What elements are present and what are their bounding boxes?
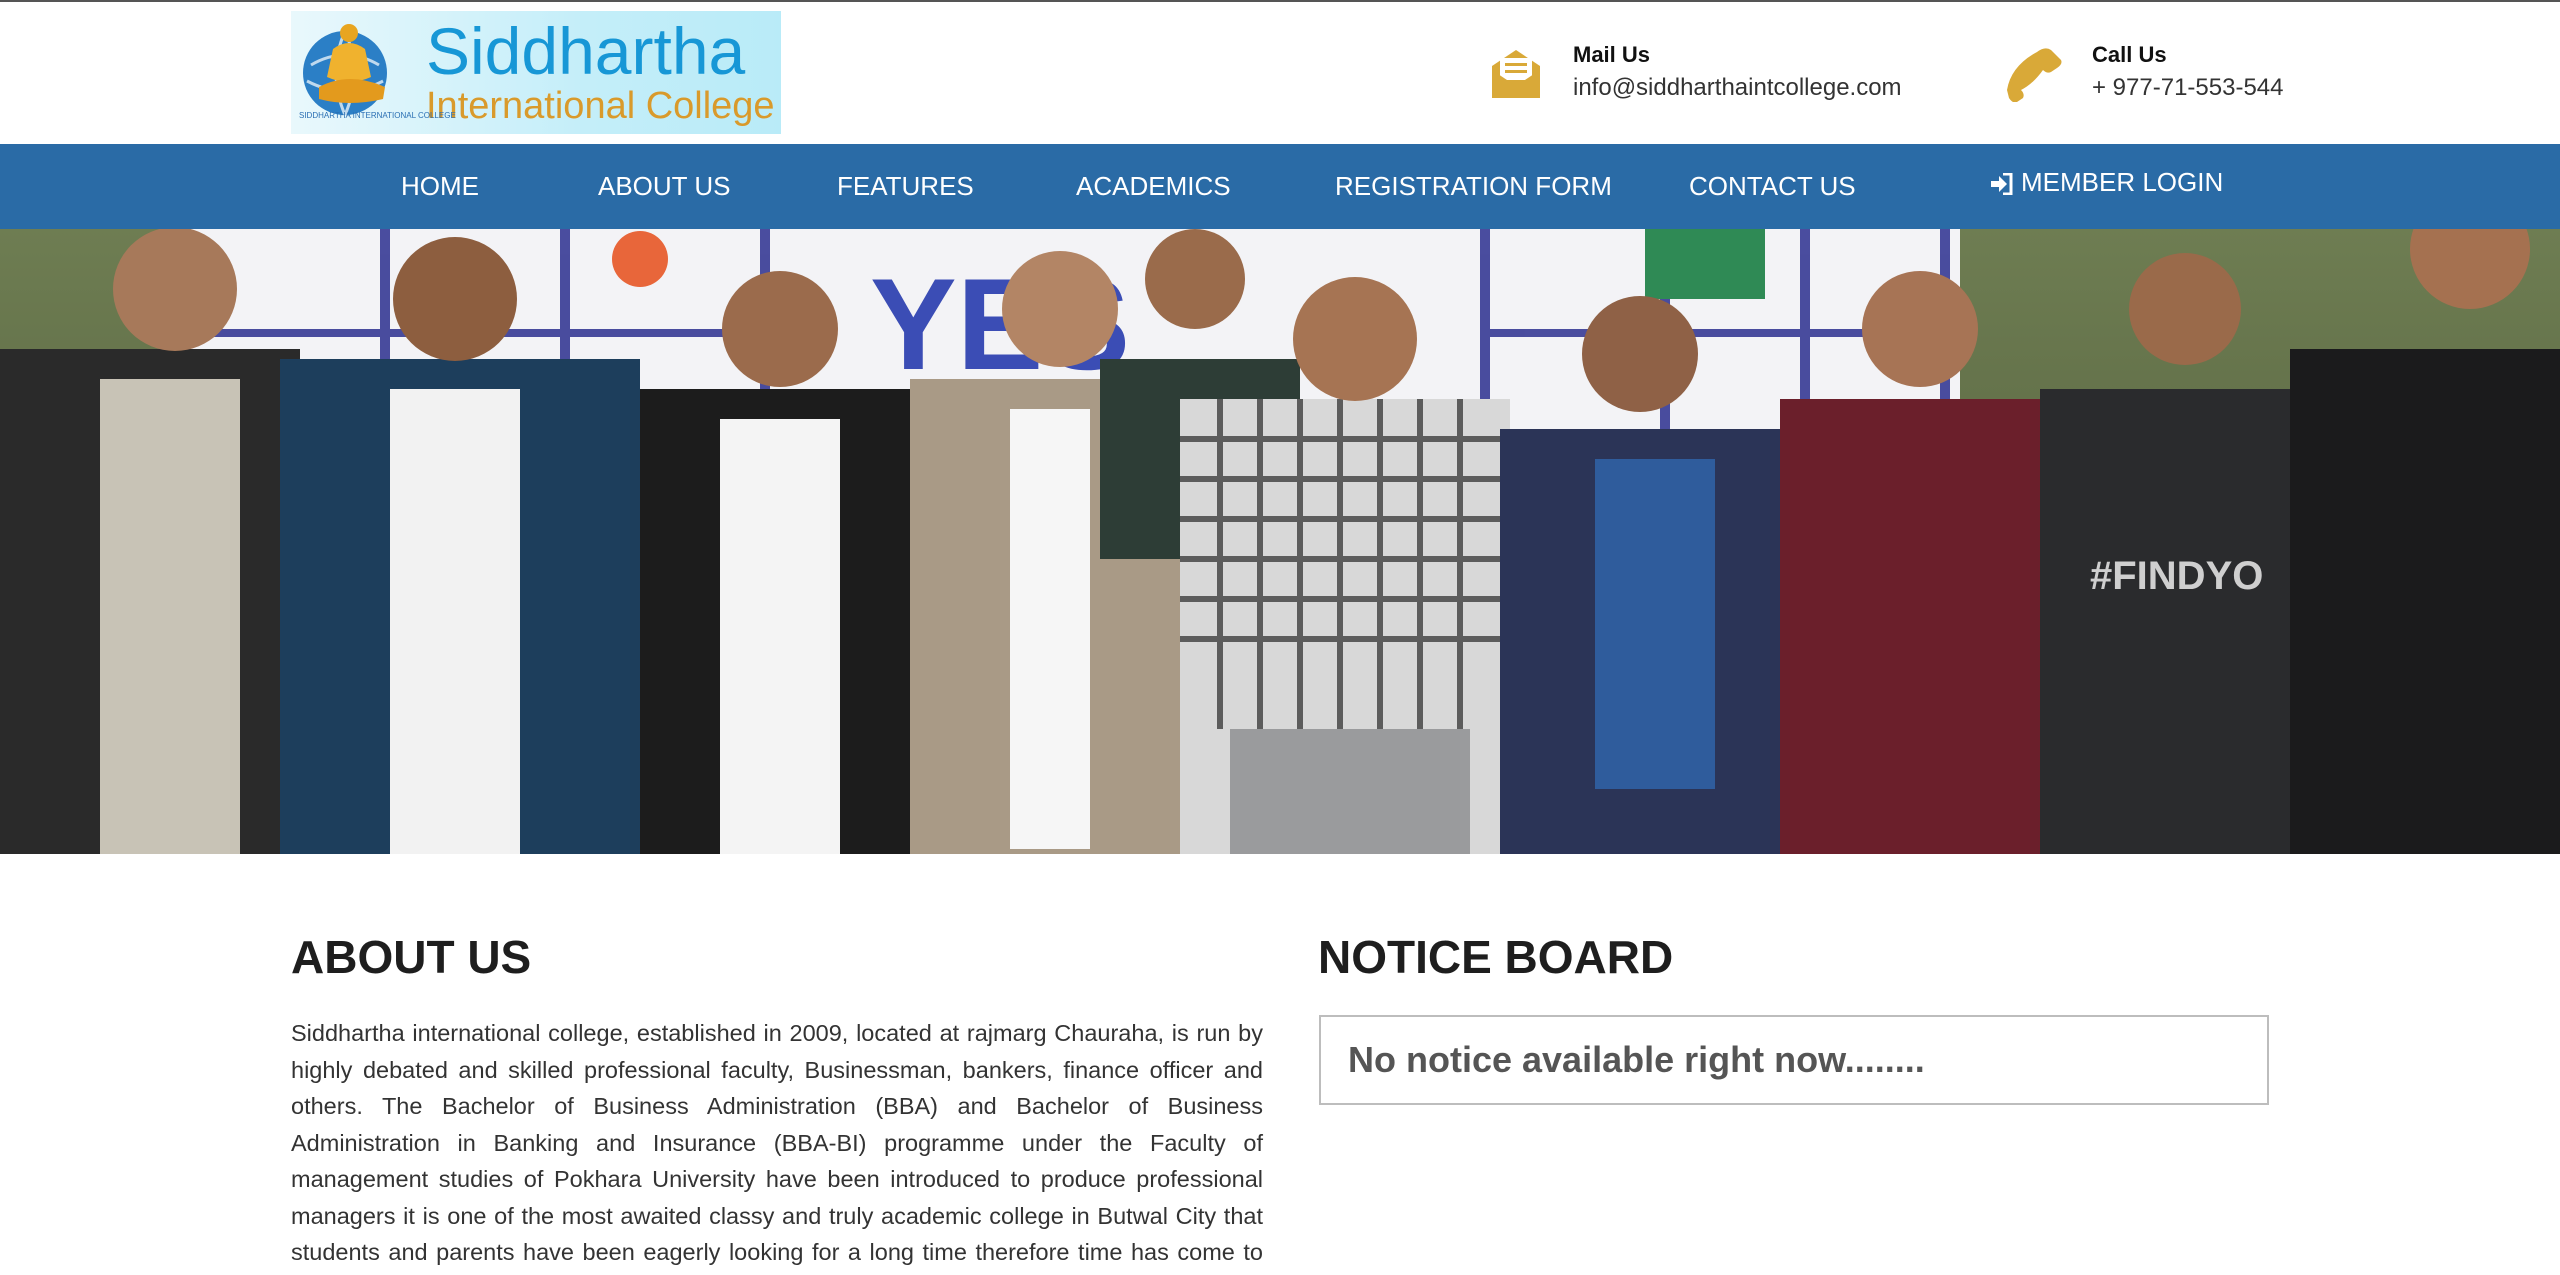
- mail-title: Mail Us: [1573, 42, 1651, 67]
- about-us-text: Siddhartha international college, establ…: [291, 1020, 1263, 1265]
- logo-small-text: SIDDHARTHA INTERNATIONAL COLLEGE: [299, 111, 456, 120]
- nav-item-features[interactable]: FEATURES: [837, 144, 974, 229]
- nav-item-about-us[interactable]: ABOUT US: [598, 144, 730, 229]
- notice-empty-message: No notice available right now........: [1348, 1039, 1925, 1080]
- member-login-label: MEMBER LOGIN: [2021, 167, 2224, 197]
- about-us-heading: ABOUT US: [291, 931, 532, 983]
- svg-text:#FINDYO: #FINDYO: [2090, 554, 2263, 598]
- phone-number[interactable]: + 977-71-553-544: [2092, 74, 2283, 102]
- member-login-button[interactable]: MEMBER LOGIN: [1989, 140, 2223, 225]
- college-logo[interactable]: Siddhartha International College SIDDHAR…: [291, 11, 781, 134]
- call-contact: Call Us + 977-71-553-544: [2007, 42, 2307, 112]
- mail-contact: Mail Us info@siddharthaintcollege.com: [1488, 42, 1908, 112]
- nav-item-academics[interactable]: ACADEMICS: [1076, 144, 1231, 229]
- envelope-icon: [1492, 50, 1540, 98]
- call-title: Call Us: [2092, 42, 2167, 67]
- logo-title: Siddhartha: [426, 14, 746, 88]
- nav-item-home[interactable]: HOME: [401, 144, 479, 229]
- hero-group-photo: YES #FINDYO: [0, 229, 2560, 854]
- site-header: Siddhartha International College SIDDHAR…: [0, 2, 2560, 144]
- mail-address[interactable]: info@siddharthaintcollege.com: [1573, 74, 1902, 102]
- notice-board-heading: NOTICE BOARD: [1318, 931, 1674, 983]
- main-navigation: HOME ABOUT US FEATURES ACADEMICS REGISTR…: [0, 144, 2560, 229]
- hero-banner-image: YES #FINDYO: [0, 229, 2560, 854]
- nav-item-registration-form[interactable]: REGISTRATION FORM: [1335, 144, 1612, 229]
- phone-icon: [2007, 48, 2062, 102]
- logo-subtitle: International College: [426, 85, 775, 127]
- nav-item-contact-us[interactable]: CONTACT US: [1689, 144, 1856, 229]
- sign-in-icon: [1991, 173, 2013, 196]
- notice-board-box: No notice available right now........: [1319, 1015, 2269, 1105]
